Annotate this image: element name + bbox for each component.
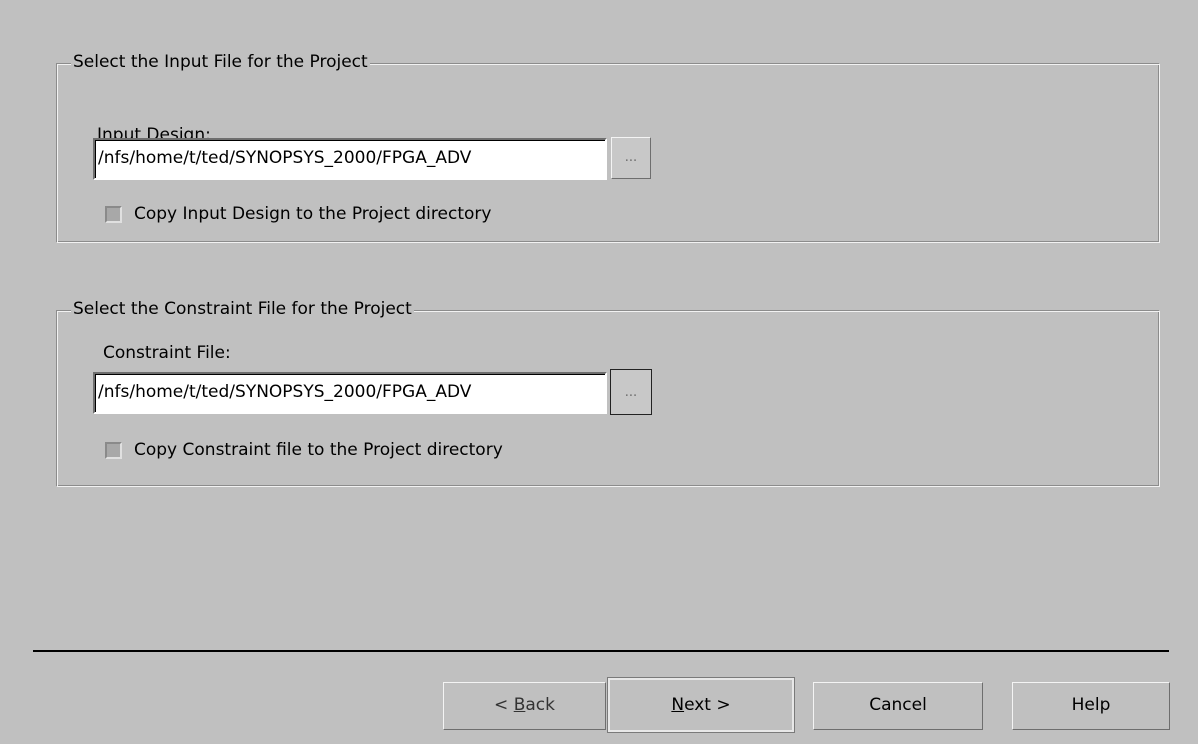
copy-input-design-label: Copy Input Design to the Project directo…	[134, 204, 492, 224]
copy-constraint-file-label: Copy Constraint file to the Project dire…	[134, 440, 503, 460]
help-button[interactable]: Help	[1012, 682, 1170, 730]
constraint-file-group-title: Select the Constraint File for the Proje…	[71, 299, 414, 319]
input-design-browse-button[interactable]: ...	[611, 137, 651, 179]
next-button[interactable]: Next >	[607, 677, 795, 733]
cancel-button[interactable]: Cancel	[813, 682, 983, 730]
constraint-file-path-field[interactable]: /nfs/home/t/ted/SYNOPSYS_2000/FPGA_ADV	[93, 372, 607, 414]
back-button-prefix: <	[494, 695, 514, 715]
constraint-file-browse-button[interactable]: ...	[610, 369, 652, 415]
next-button-mnemonic: N	[671, 695, 685, 715]
constraint-file-label: Constraint File:	[103, 343, 231, 363]
back-button-mnemonic: B	[513, 695, 526, 715]
copy-input-design-option[interactable]: Copy Input Design to the Project directo…	[105, 202, 491, 226]
copy-constraint-file-option[interactable]: Copy Constraint file to the Project dire…	[105, 438, 503, 462]
next-button-rest: ext >	[684, 695, 731, 715]
button-bar-separator	[33, 650, 1169, 652]
back-button[interactable]: < Back	[443, 682, 606, 730]
copy-input-design-checkbox[interactable]	[105, 205, 122, 223]
input-design-path-field[interactable]: /nfs/home/t/ted/SYNOPSYS_2000/FPGA_ADV	[93, 138, 607, 180]
input-file-group-title: Select the Input File for the Project	[71, 52, 370, 72]
copy-constraint-file-checkbox[interactable]	[105, 441, 122, 459]
back-button-rest: ack	[525, 695, 555, 715]
